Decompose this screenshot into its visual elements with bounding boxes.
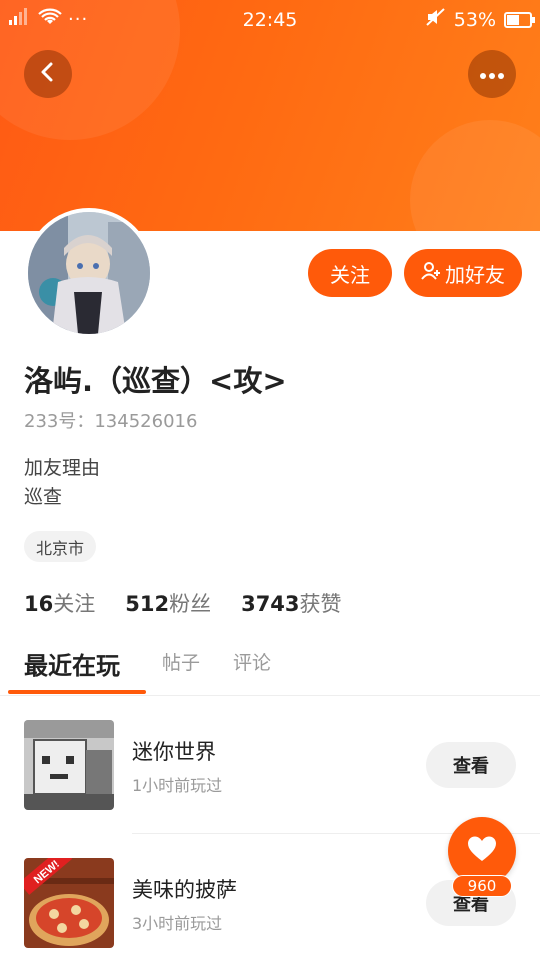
user-id: 233号：134526016 (24, 411, 198, 432)
add-user-icon (421, 261, 441, 286)
mute-icon (426, 8, 446, 31)
game-title: 美味的披萨 (132, 878, 237, 902)
stat-following-value: 16 (24, 592, 54, 616)
stat-followers[interactable]: 512粉丝 (125, 588, 211, 618)
city-label: 北京市 (36, 538, 85, 558)
friend-reason-text: 巡查 (24, 486, 63, 508)
city-tag: 北京市 (24, 531, 97, 562)
game-thumbnail (24, 720, 114, 810)
stat-likes-label: 获赞 (299, 592, 342, 616)
friend-reason-label: 加友理由 (24, 457, 101, 479)
view-button-label: 查看 (453, 756, 489, 777)
stat-likes-value: 3743 (241, 592, 300, 616)
like-count: 960 (452, 875, 512, 897)
stat-followers-value: 512 (125, 592, 170, 616)
chevron-left-icon (37, 61, 59, 87)
view-button[interactable]: 查看 (426, 742, 516, 788)
stat-followers-label: 粉丝 (169, 592, 212, 616)
follow-button-label: 关注 (330, 262, 370, 287)
game-thumbnail: NEW! (24, 858, 114, 948)
stat-likes[interactable]: 3743获赞 (241, 588, 341, 618)
game-played-time: 1小时前玩过 (132, 776, 223, 795)
avatar[interactable] (24, 208, 154, 338)
tab-posts[interactable]: 帖子 (162, 648, 200, 675)
tab-comments[interactable]: 评论 (233, 648, 271, 675)
follow-button[interactable]: 关注 (308, 249, 392, 297)
battery-icon (504, 11, 535, 28)
more-dots-icon (479, 65, 505, 84)
stat-following-label: 关注 (53, 592, 96, 616)
heart-icon (467, 835, 497, 867)
add-friend-button[interactable]: 加好友 (404, 249, 522, 297)
list-item[interactable]: 迷你世界 1小时前玩过 查看 (0, 720, 540, 830)
back-button[interactable] (24, 50, 72, 98)
status-bar: ··· 22:45 53% (0, 0, 540, 38)
game-title: 迷你世界 (132, 740, 216, 764)
battery-percent: 53% (453, 8, 496, 31)
game-played-time: 3小时前玩过 (132, 914, 223, 933)
username: 洛屿.（巡查）<攻> (24, 364, 287, 398)
stat-following[interactable]: 16关注 (24, 588, 95, 618)
profile-tabs: 最近在玩 帖子 评论 (0, 640, 540, 696)
tab-active-indicator (8, 690, 146, 694)
stats-row: 16关注 512粉丝 3743获赞 (24, 588, 342, 618)
tab-recent-played[interactable]: 最近在玩 (24, 646, 120, 681)
more-button[interactable] (468, 50, 516, 98)
add-friend-button-label: 加好友 (445, 262, 505, 287)
